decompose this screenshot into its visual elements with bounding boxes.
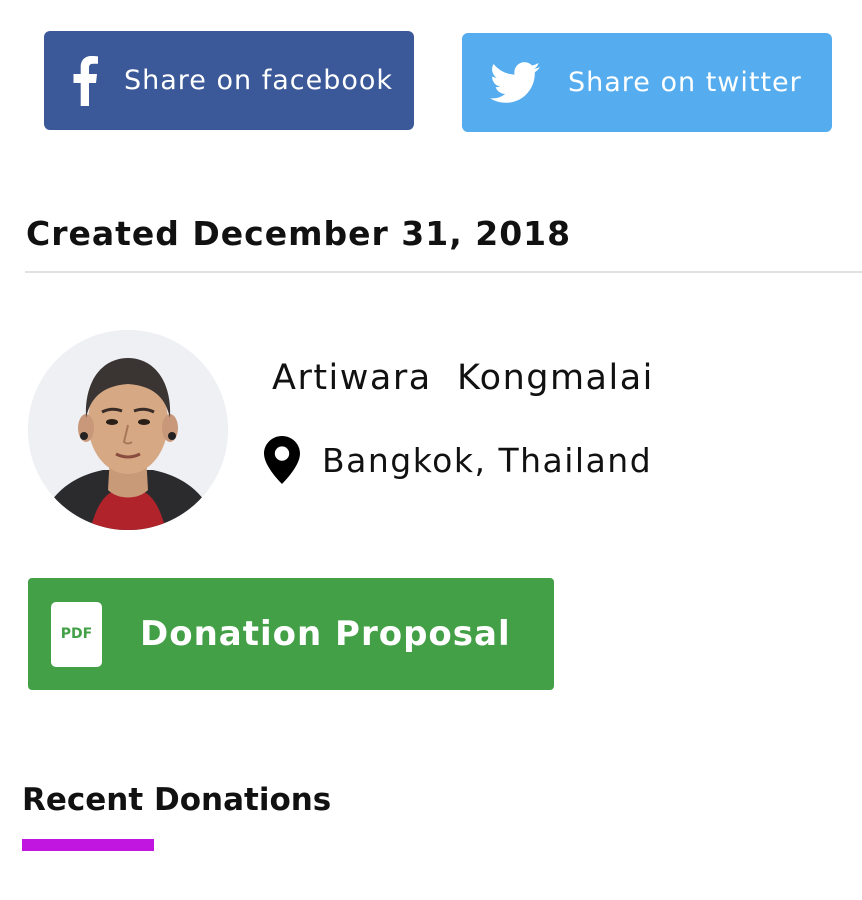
owner-name: Artiwara Kongmalai: [272, 358, 654, 398]
recent-donations-underline: [22, 839, 154, 851]
pdf-icon: PDF: [51, 601, 102, 667]
facebook-icon: [44, 55, 124, 106]
created-date: Created December 31, 2018: [26, 214, 572, 253]
divider: [25, 271, 862, 273]
share-facebook-label: Share on facebook: [124, 65, 394, 96]
recent-donations-title: Recent Donations: [22, 782, 332, 818]
twitter-bird-icon: [462, 61, 568, 104]
location-text: Bangkok, Thailand: [322, 440, 653, 480]
avatar: [28, 330, 228, 530]
location: Bangkok, Thailand: [264, 436, 652, 484]
donation-proposal-label: Donation Proposal: [140, 614, 511, 654]
donation-proposal-button[interactable]: PDF Donation Proposal: [28, 578, 554, 690]
share-twitter-button[interactable]: Share on twitter: [462, 33, 832, 132]
share-facebook-button[interactable]: Share on facebook: [44, 31, 414, 130]
map-pin-icon: [264, 436, 302, 484]
share-twitter-label: Share on twitter: [568, 67, 802, 98]
